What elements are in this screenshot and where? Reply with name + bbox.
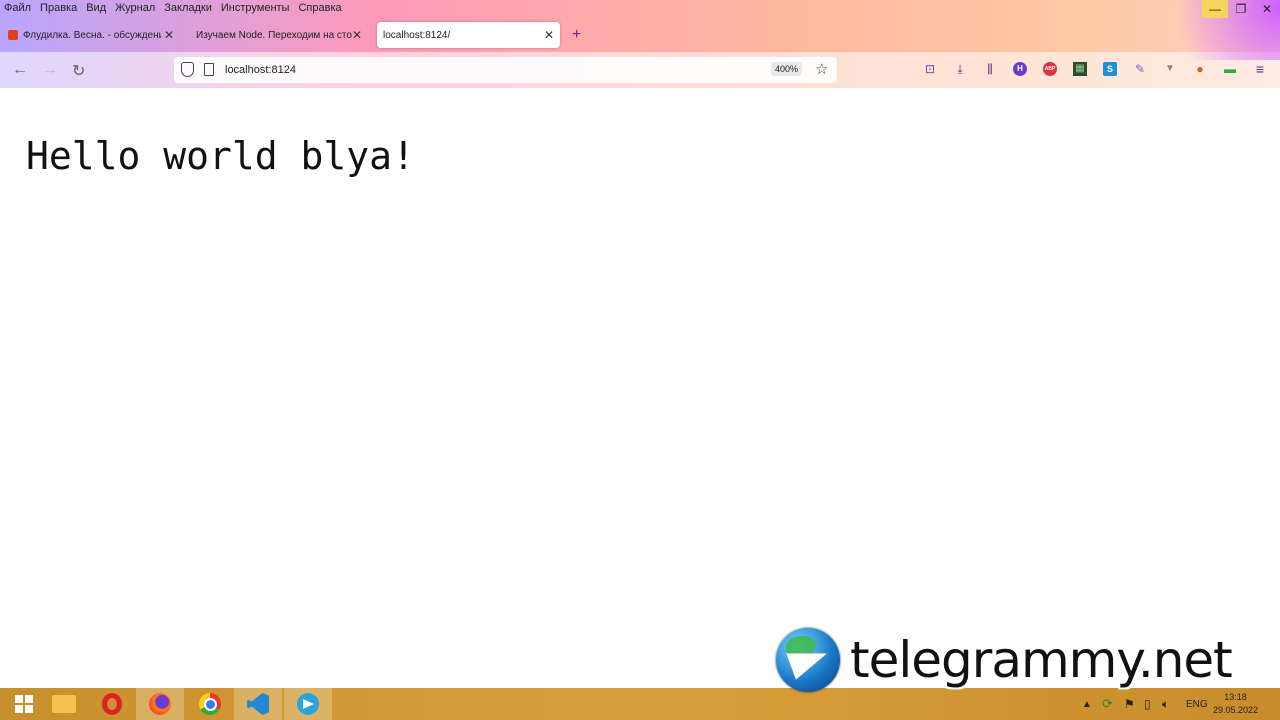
watermark: telegrammy.net [776, 628, 1233, 692]
minimize-button[interactable]: — [1202, 0, 1228, 18]
pen-icon[interactable]: ✎ [1133, 62, 1147, 76]
language-indicator[interactable]: ENG [1186, 688, 1208, 720]
url-bar[interactable]: localhost:8124 400% ☆ [174, 57, 837, 83]
h-extension-icon[interactable]: H [1013, 62, 1027, 76]
taskbar-telegram[interactable] [284, 688, 332, 720]
window-controls: — ❐ ✕ [1202, 0, 1280, 18]
tray-update-icon[interactable]: ⟳ [1102, 688, 1113, 720]
watermark-text: telegrammy.net [850, 631, 1233, 689]
folder-icon [52, 695, 76, 713]
tab-node[interactable]: Изучаем Node. Переходим на сторону серве… [196, 22, 368, 48]
chrome-icon [199, 693, 221, 715]
tab-title: Изучаем Node. Переходим на сторону серве… [196, 29, 352, 41]
tab-close-icon[interactable]: ✕ [544, 28, 554, 42]
bookmark-star-icon[interactable]: ☆ [815, 60, 828, 78]
reload-button[interactable]: ↻ [72, 61, 85, 81]
battery-icon[interactable]: ▯ [1144, 688, 1151, 720]
menu-icon[interactable]: ≡ [1253, 62, 1267, 76]
zoom-level-badge[interactable]: 400% [771, 62, 803, 76]
tab-title: localhost:8124/ [383, 29, 451, 41]
restore-button[interactable]: ❐ [1228, 0, 1254, 18]
page-info-icon[interactable] [204, 63, 214, 76]
url-text[interactable]: localhost:8124 [225, 64, 296, 76]
tab-close-icon[interactable]: ✕ [164, 28, 174, 42]
taskbar-explorer[interactable] [40, 688, 88, 720]
firefox-icon [149, 693, 171, 715]
windows-logo-icon [15, 695, 33, 713]
skype-icon[interactable]: S [1103, 62, 1117, 76]
taskbar-vscode[interactable] [234, 688, 282, 720]
menu-view[interactable]: Вид [82, 0, 111, 16]
flag-icon[interactable]: ⚑ [1124, 688, 1135, 720]
library-icon[interactable]: ⫼ [983, 62, 997, 76]
close-window-button[interactable]: ✕ [1254, 0, 1280, 18]
telegram-icon [297, 693, 319, 715]
money-icon[interactable]: ▬ [1223, 62, 1237, 76]
forward-button[interactable]: → [42, 61, 58, 79]
opera-icon [102, 693, 122, 715]
menu-tools[interactable]: Инструменты [217, 0, 295, 16]
vscode-icon [247, 693, 269, 715]
site-favicon-icon [8, 30, 18, 40]
tray-overflow-icon[interactable]: ▲ [1082, 688, 1092, 720]
menu-edit[interactable]: Правка [36, 0, 82, 16]
taskbar-firefox[interactable] [136, 688, 184, 720]
menu-history[interactable]: Журнал [111, 0, 160, 16]
menu-bar: Файл Правка Вид Журнал Закладки Инструме… [0, 0, 347, 16]
nav-bar: ← → ↻ localhost:8124 400% ☆ ⊡ ⤓ ⫼ H ABP … [0, 52, 1280, 88]
clock-date: 29.05.2022 [1212, 705, 1258, 715]
tab-localhost[interactable]: localhost:8124/ ✕ [377, 22, 560, 48]
menu-help[interactable]: Справка [294, 0, 346, 16]
download-icon[interactable]: ⤓ [953, 62, 967, 76]
taskbar-chrome[interactable] [186, 688, 234, 720]
adblock-icon[interactable]: ABP [1043, 62, 1057, 76]
back-button[interactable]: ← [12, 61, 28, 79]
page-heading: Hello world blya! [26, 134, 415, 178]
telegram-globe-logo-icon [776, 628, 840, 692]
clock[interactable]: 13:18 29.05.2022 [1213, 691, 1258, 717]
clock-time: 13:18 [1224, 692, 1247, 702]
tab-title: Флудилка. Весна. - обсуждение [23, 29, 161, 41]
tab-strip: Флудилка. Весна. - обсуждение ✕ Изучаем … [0, 20, 1280, 50]
volume-icon[interactable]: 🔈︎ [1162, 688, 1169, 720]
tracking-shield-icon[interactable] [181, 62, 194, 77]
menu-bookmarks[interactable]: Закладки [160, 0, 217, 16]
taskbar-opera[interactable] [88, 688, 136, 720]
vpn-icon[interactable]: ▼ [1163, 62, 1177, 76]
duckduckgo-icon[interactable]: ● [1193, 62, 1207, 76]
browser-chrome: Файл Правка Вид Журнал Закладки Инструме… [0, 0, 1280, 88]
pocket-icon[interactable]: ⊡ [923, 62, 937, 76]
tab-close-icon[interactable]: ✕ [352, 28, 362, 42]
taskbar: ▲ ⟳ ⚑ ▯ 🔈︎ ENG 13:18 29.05.2022 [0, 688, 1280, 720]
extension-icon[interactable]: ▦ [1073, 62, 1087, 76]
menu-file[interactable]: Файл [0, 0, 36, 16]
new-tab-button[interactable]: + [572, 26, 581, 44]
tab-fludilka[interactable]: Флудилка. Весна. - обсуждение ✕ [8, 22, 180, 48]
